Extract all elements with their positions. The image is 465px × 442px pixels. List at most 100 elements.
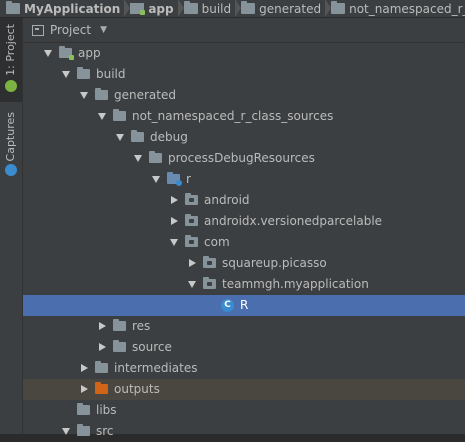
tree-node[interactable]: not_namespaced_r_class_sources <box>23 106 465 127</box>
tree-node[interactable]: res <box>23 316 465 337</box>
tree-node[interactable]: build <box>23 64 465 85</box>
folder-icon <box>113 109 126 121</box>
tree-node-label: processDebugResources <box>168 151 315 165</box>
breadcrumb-item-build[interactable]: build <box>178 0 236 17</box>
expand-arrow-down-icon[interactable] <box>61 69 71 79</box>
breadcrumb-label: not_namespaced_r_class_sources <box>349 1 465 16</box>
tree-node[interactable]: processDebugResources <box>23 148 465 169</box>
expand-arrow-down-icon[interactable] <box>187 279 197 289</box>
tool-tab-project-label: 1: Project <box>4 24 17 76</box>
tree-node[interactable]: app <box>23 43 465 64</box>
android-icon <box>5 80 17 92</box>
breadcrumb-label: generated <box>259 1 322 16</box>
tree-node[interactable]: src <box>23 421 465 442</box>
expand-arrow-down-icon[interactable] <box>97 111 107 121</box>
expand-arrow-right-icon[interactable] <box>79 363 89 373</box>
expand-arrow-down-icon[interactable] <box>115 132 125 142</box>
tool-tab-captures-label: Captures <box>4 112 17 162</box>
breadcrumb-label: MyApplication <box>24 1 121 16</box>
expand-arrow-right-icon[interactable] <box>97 321 107 331</box>
tree-node[interactable]: squareup.picasso <box>23 253 465 274</box>
tree-node-label: debug <box>150 130 188 144</box>
excluded-folder-icon <box>95 382 108 394</box>
tree-node-label: com <box>204 235 230 249</box>
tree-node-label: r <box>186 172 191 186</box>
folder-icon <box>77 424 90 436</box>
resource-folder-icon <box>167 172 182 186</box>
expand-arrow-down-icon[interactable] <box>151 174 161 184</box>
class-icon: C <box>221 299 234 312</box>
tool-tab-project[interactable]: 1: Project <box>0 18 22 102</box>
expand-arrow-down-icon[interactable] <box>169 237 179 247</box>
project-view-icon <box>32 24 44 36</box>
tree-node[interactable]: source <box>23 337 465 358</box>
project-view-selector[interactable]: Project ▼ <box>23 18 465 43</box>
tree-node-label: squareup.picasso <box>222 256 327 270</box>
expand-arrow-right-icon[interactable] <box>169 195 179 205</box>
breadcrumb-item-myapplication[interactable]: MyApplication <box>0 0 124 17</box>
tree-node-label: build <box>96 67 126 81</box>
expand-arrow-down-icon[interactable] <box>79 90 89 100</box>
tree-node[interactable]: androidx.versionedparcelable <box>23 211 465 232</box>
tool-tab-captures[interactable]: Captures <box>0 108 22 178</box>
tree-node-label: intermediates <box>114 361 198 375</box>
folder-icon <box>149 151 162 163</box>
breadcrumb-item-not-namespaced[interactable]: not_namespaced_r_class_sources <box>325 0 465 17</box>
module-folder-icon <box>130 3 146 15</box>
package-icon <box>185 235 198 247</box>
folder-icon <box>95 88 108 100</box>
tree-node-label: res <box>132 319 151 333</box>
folder-icon <box>113 340 126 352</box>
folder-icon <box>6 1 20 14</box>
tree-node-label: app <box>78 46 101 60</box>
tree-node-label: generated <box>114 88 176 102</box>
tree-node[interactable]: teammgh.myapplication <box>23 274 465 295</box>
tree-node-label: teammgh.myapplication <box>222 277 369 291</box>
folder-icon <box>77 67 90 79</box>
folder-icon <box>95 361 108 373</box>
tool-window-strip: 1: Project Captures <box>0 18 23 434</box>
tree-node-label: androidx.versionedparcelable <box>204 214 383 228</box>
tree-node[interactable]: generated <box>23 85 465 106</box>
caret-down-icon[interactable]: ▼ <box>100 25 107 35</box>
tree-node[interactable]: r <box>23 169 465 190</box>
breadcrumb-item-app[interactable]: app <box>124 0 177 17</box>
tree-node-label: libs <box>96 403 117 417</box>
captures-icon <box>5 164 17 176</box>
package-icon <box>185 214 198 226</box>
expand-arrow-down-icon[interactable] <box>43 48 53 58</box>
tree-node[interactable]: debug <box>23 127 465 148</box>
folder-icon <box>183 1 198 14</box>
project-view-title: Project <box>50 23 92 37</box>
tree-node-label: not_namespaced_r_class_sources <box>132 109 334 123</box>
tree-node[interactable]: outputs <box>23 379 465 400</box>
tree-node-label: android <box>204 193 250 207</box>
breadcrumb-label: app <box>148 1 174 16</box>
expand-arrow-right-icon[interactable] <box>97 342 107 352</box>
folder-icon <box>241 1 256 14</box>
tree-node[interactable]: com <box>23 232 465 253</box>
tree-node[interactable]: libs <box>23 400 465 421</box>
breadcrumb-item-generated[interactable]: generated <box>235 0 325 17</box>
module-folder-icon <box>59 46 74 60</box>
tree-node[interactable]: CR <box>23 295 465 316</box>
tree-node-label: outputs <box>114 382 160 396</box>
project-panel: Project ▼ app build generated not_namespace… <box>23 18 465 438</box>
tree-node[interactable]: android <box>23 190 465 211</box>
tree-node-label: source <box>132 340 172 354</box>
tree-node-label: src <box>96 424 114 438</box>
package-icon <box>203 277 216 289</box>
breadcrumb: MyApplication app build generated not_na… <box>0 0 465 18</box>
folder-icon <box>331 1 346 14</box>
expand-arrow-right-icon[interactable] <box>169 216 179 226</box>
folder-icon <box>131 130 144 142</box>
package-icon <box>203 256 216 268</box>
expand-arrow-right-icon[interactable] <box>79 384 89 394</box>
package-icon <box>185 193 198 205</box>
tree-node[interactable]: intermediates <box>23 358 465 379</box>
tree-node-label: R <box>240 298 249 312</box>
expand-arrow-down-icon[interactable] <box>61 426 71 436</box>
expand-arrow-down-icon[interactable] <box>133 153 143 163</box>
expand-arrow-right-icon[interactable] <box>187 258 197 268</box>
folder-icon <box>77 403 90 415</box>
